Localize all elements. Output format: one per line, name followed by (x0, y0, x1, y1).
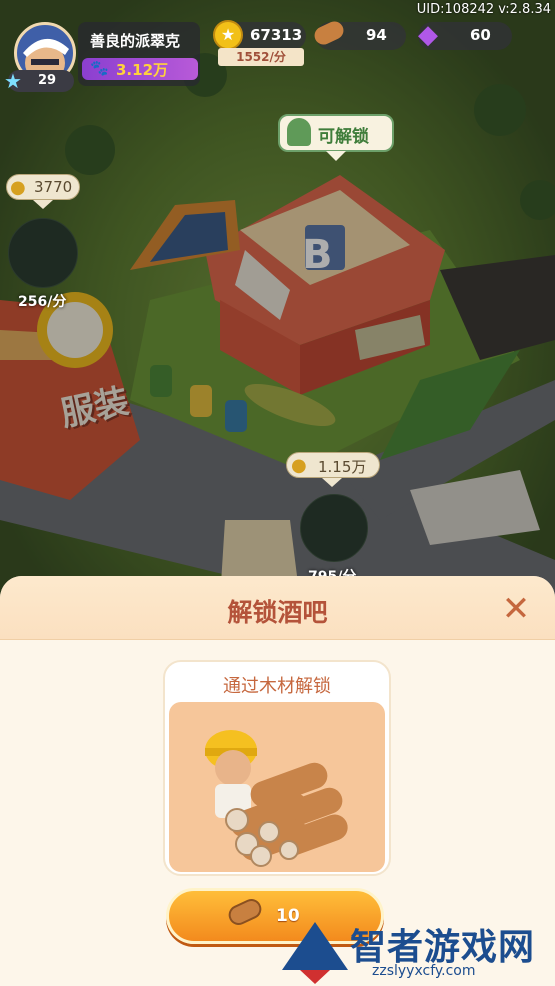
gem-value: 60 (470, 26, 491, 44)
star-icon: ★ (4, 69, 22, 93)
paw-value: 3.12万 (116, 61, 169, 79)
mid-building-timer (300, 494, 368, 562)
left-building-cost-value: 3770 (34, 178, 73, 196)
gem-icon: ◆ (418, 20, 438, 50)
left-building-rate: 256/分 (18, 294, 67, 310)
wood-value: 94 (366, 26, 387, 44)
unlock-available-label: 可解锁 (318, 127, 369, 147)
card-title: 通过木材解锁 (223, 676, 331, 697)
coin-icon: ★ (213, 20, 243, 50)
worker-logs-image (169, 702, 385, 872)
watermark-url: zzslyyxcfy.com (372, 963, 476, 979)
uid-version: UID:108242 v:2.8.34 (416, 2, 551, 17)
coin-value: 67313 (250, 26, 303, 44)
coin-rate: 1552/分 (218, 48, 304, 66)
bubble-tail (326, 151, 346, 161)
panel-title: 解锁酒吧 (227, 598, 328, 627)
coin-icon: ● (10, 177, 26, 198)
unlock-option-card[interactable]: 通过木材解锁 (163, 660, 391, 876)
cost-tail (33, 200, 53, 209)
left-building-timer (8, 218, 78, 288)
player-name: 善良的派翠克 (90, 32, 181, 50)
coin-icon: ● (291, 455, 307, 476)
worker-with-logs-icon (205, 730, 348, 867)
paw-icon: 🐾 (90, 59, 109, 77)
cost-tail (322, 478, 342, 487)
scene-dim-overlay (0, 0, 555, 600)
watermark-logo-icon (282, 922, 348, 984)
mid-building-cost-value: 1.15万 (318, 458, 367, 476)
game-scene[interactable]: 服装 B (0, 0, 555, 600)
unlock-icon (287, 118, 311, 146)
close-icon[interactable]: ✕ (500, 592, 532, 626)
